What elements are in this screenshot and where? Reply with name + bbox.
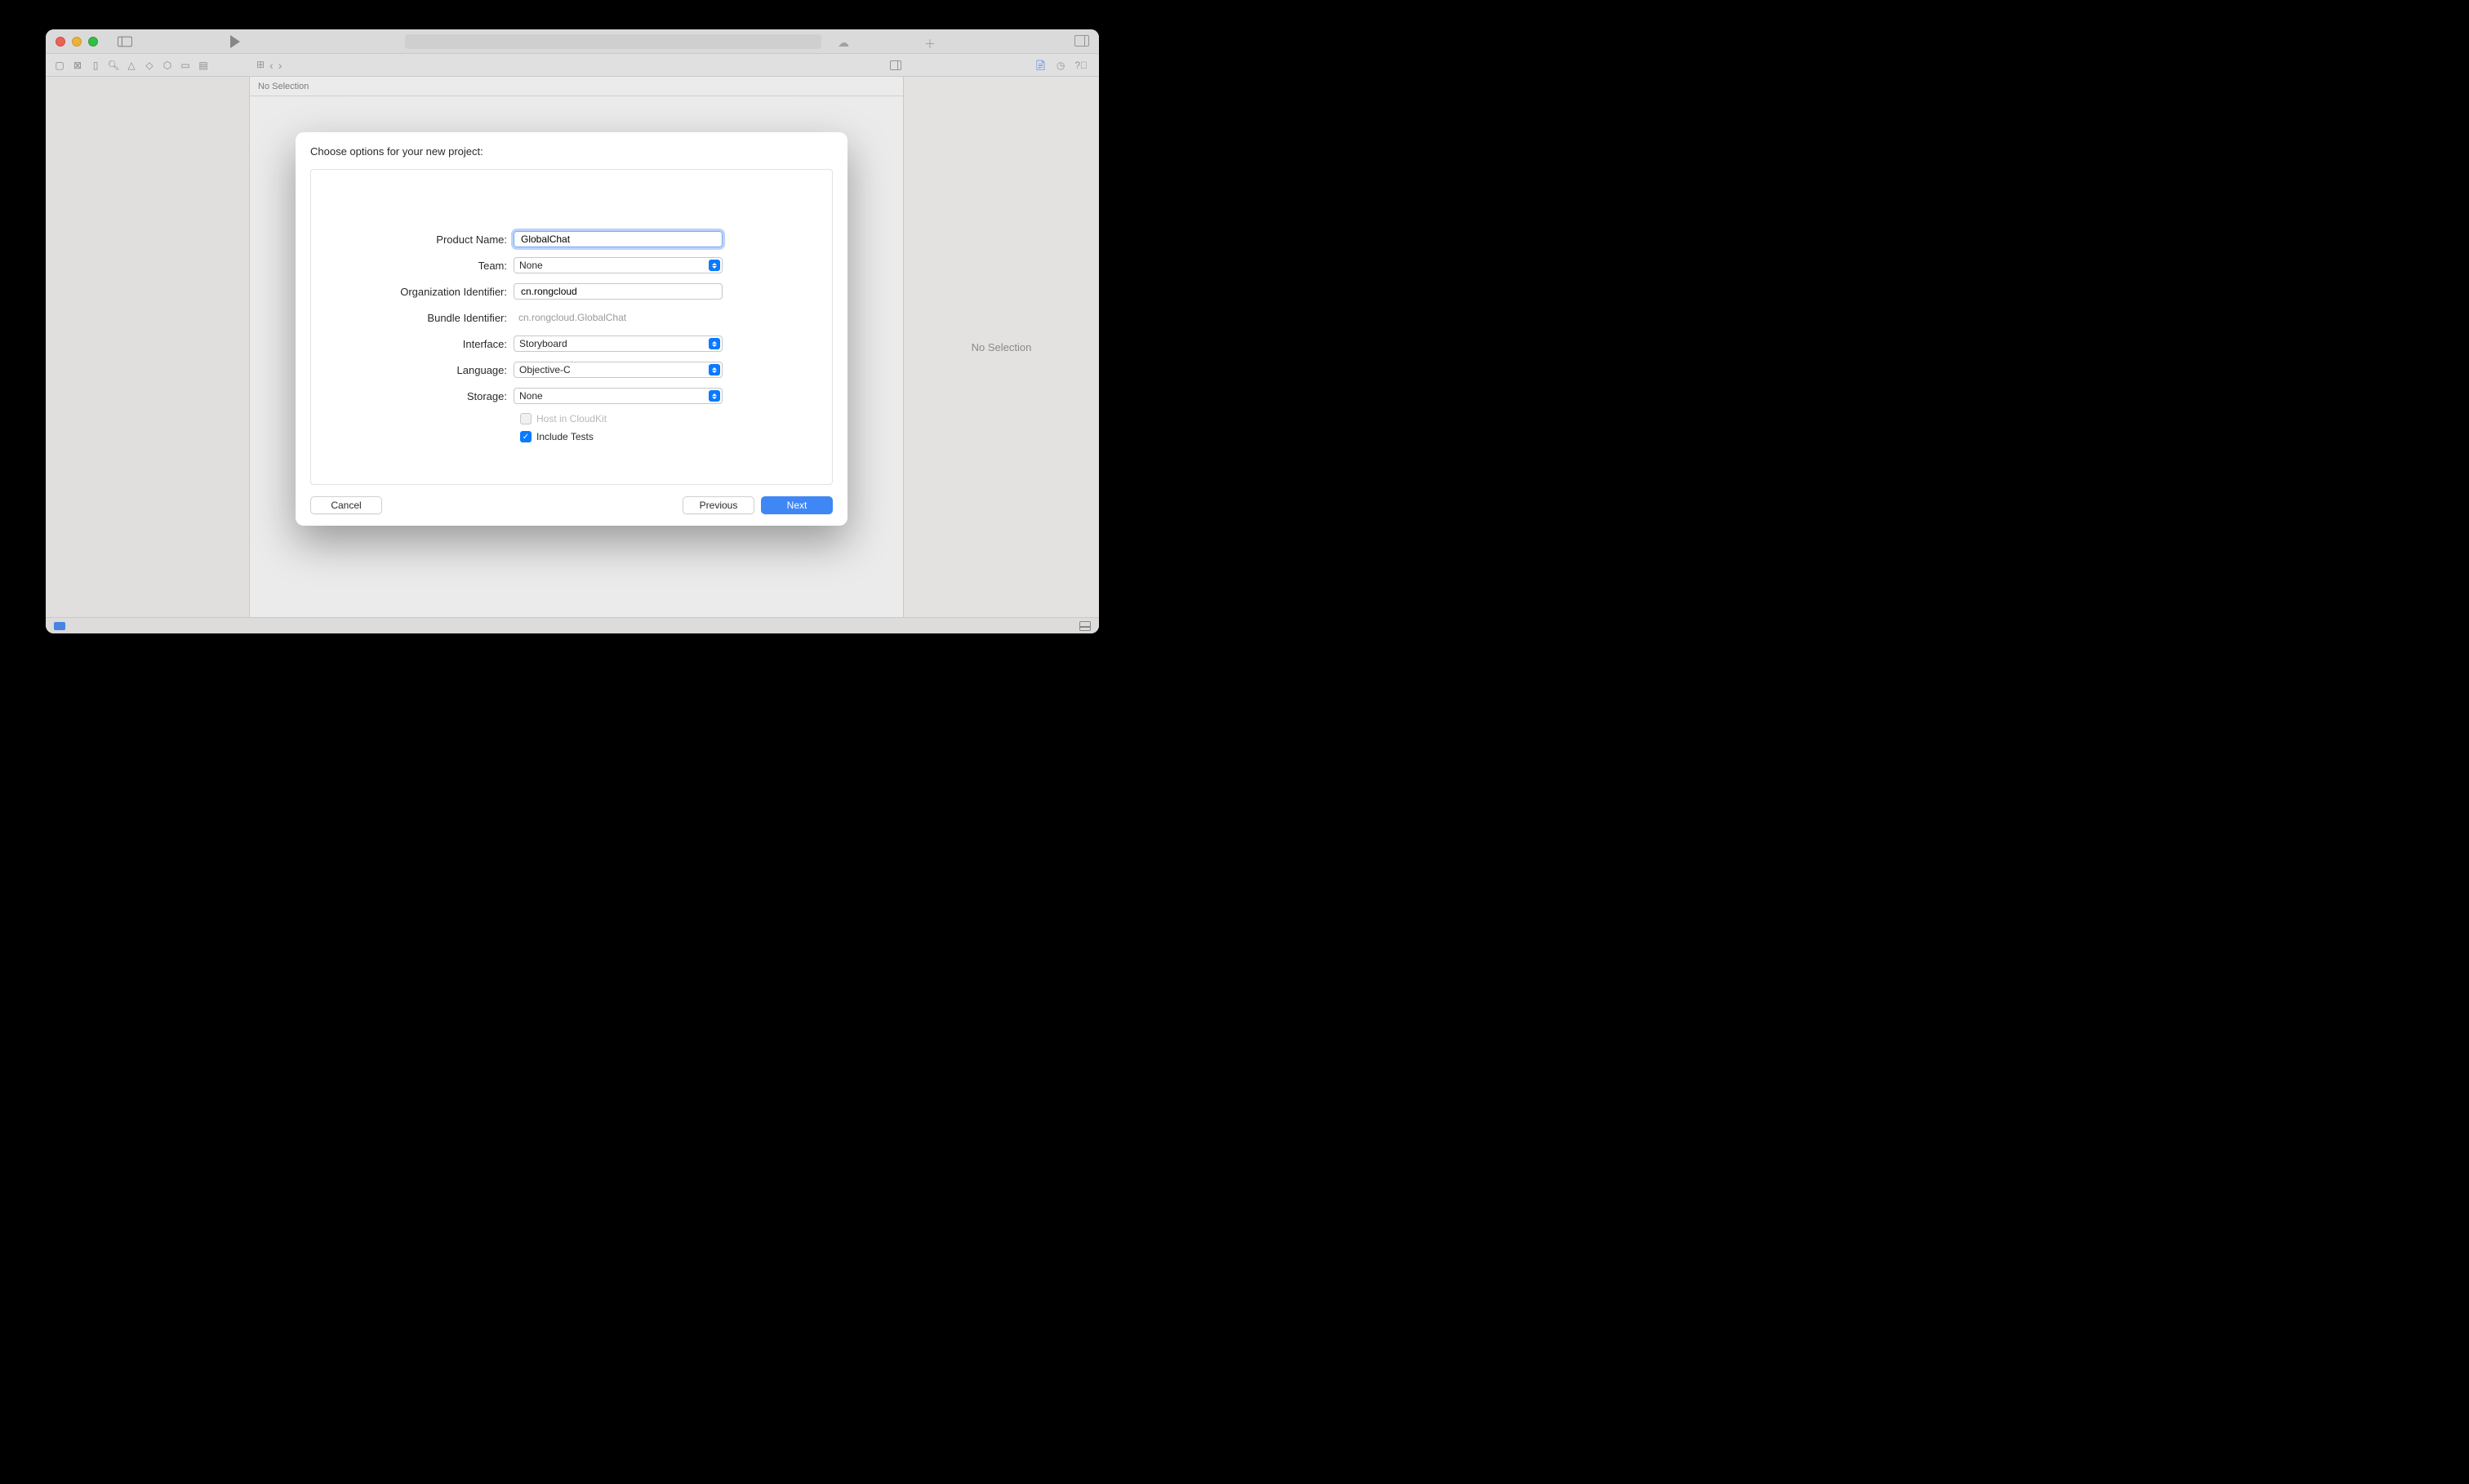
help-inspector-icon[interactable]: ?⃝	[1074, 60, 1088, 71]
cloudkit-row: Host in CloudKit	[311, 410, 832, 428]
activity-viewer[interactable]	[405, 34, 821, 49]
stepper-icon	[709, 364, 720, 375]
team-label: Team:	[311, 260, 514, 272]
status-bar	[46, 617, 1099, 633]
history-inspector-icon[interactable]: ◷	[1057, 60, 1065, 71]
stepper-icon	[709, 390, 720, 402]
editor-path-bar: ⊞ ‹ ›	[256, 59, 282, 72]
product-name-label: Product Name:	[311, 233, 514, 246]
run-button-icon[interactable]	[230, 35, 240, 48]
editor-no-selection-label: No Selection	[250, 77, 903, 96]
next-button[interactable]: Next	[761, 496, 833, 514]
language-popup[interactable]: Objective-C	[514, 362, 723, 378]
include-tests-label: Include Tests	[536, 431, 594, 442]
new-project-options-sheet: Choose options for your new project: Pro…	[296, 132, 847, 526]
cancel-button[interactable]: Cancel	[310, 496, 382, 514]
filter-icon[interactable]	[54, 622, 65, 630]
org-id-label: Organization Identifier:	[311, 286, 514, 298]
bundle-id-value: cn.rongcloud.GlobalChat	[514, 309, 723, 326]
folder-nav-icon[interactable]: ▢	[54, 60, 65, 71]
product-name-field[interactable]	[514, 231, 723, 247]
org-id-field[interactable]	[514, 283, 723, 300]
inspector-pane: No Selection	[903, 77, 1099, 617]
window-controls	[56, 37, 98, 47]
add-tab-icon[interactable]: ＋	[924, 36, 936, 52]
tests-nav-icon[interactable]: ◇	[144, 60, 155, 71]
interface-label: Interface:	[311, 338, 514, 350]
sheet-button-bar: Cancel Previous Next	[310, 496, 833, 514]
debug-nav-icon[interactable]: ⬡	[162, 60, 173, 71]
file-inspector-icon[interactable]: 📄︎	[1034, 60, 1047, 71]
language-value: Objective-C	[519, 364, 571, 375]
minimize-window-button[interactable]	[72, 37, 82, 47]
issues-nav-icon[interactable]: △	[126, 60, 137, 71]
sheet-title: Choose options for your new project:	[310, 145, 833, 158]
navigator-tabbar: ▢ ⊠ ▯ 🔍︎ △ ◇ ⬡ ▭ ▤ ⊞ ‹ › 📄︎ ◷ ?⃝	[46, 54, 1099, 77]
options-form: Product Name: Team: None Organization Id…	[310, 169, 833, 485]
reports-nav-icon[interactable]: ▤	[198, 60, 209, 71]
include-tests-checkbox[interactable]: ✓	[520, 431, 532, 442]
close-window-button[interactable]	[56, 37, 65, 47]
product-name-input[interactable]	[519, 233, 717, 246]
stepper-icon	[709, 338, 720, 349]
forward-icon[interactable]: ›	[278, 59, 282, 72]
team-value: None	[519, 260, 543, 271]
org-id-input[interactable]	[519, 285, 717, 298]
titlebar: ☁︎ ＋	[46, 29, 1099, 54]
editor-layout-icon[interactable]	[890, 60, 901, 70]
breakpoints-nav-icon[interactable]: ▭	[180, 60, 191, 71]
right-panel-toggle-icon[interactable]	[1074, 35, 1089, 47]
cloudkit-label: Host in CloudKit	[536, 413, 607, 424]
bundle-id-label: Bundle Identifier:	[311, 312, 514, 324]
sidebar-toggle-icon[interactable]	[118, 36, 132, 47]
language-label: Language:	[311, 364, 514, 376]
search-nav-icon[interactable]: 🔍︎	[108, 60, 119, 71]
storage-popup[interactable]: None	[514, 388, 723, 404]
bookmark-nav-icon[interactable]: ▯	[90, 60, 101, 71]
related-items-icon[interactable]: ⊞	[256, 59, 265, 72]
stepper-icon	[709, 260, 720, 271]
inspector-tabbar: 📄︎ ◷ ?⃝	[1034, 60, 1088, 71]
back-icon[interactable]: ‹	[269, 59, 274, 72]
include-tests-row[interactable]: ✓ Include Tests	[311, 428, 832, 446]
inspector-empty-label: No Selection	[972, 341, 1032, 353]
cloud-icon: ☁︎	[838, 36, 849, 50]
storage-value: None	[519, 390, 543, 402]
source-control-nav-icon[interactable]: ⊠	[72, 60, 83, 71]
storage-label: Storage:	[311, 390, 514, 402]
team-popup[interactable]: None	[514, 257, 723, 273]
debug-area-toggle-icon[interactable]	[1079, 621, 1091, 631]
cloudkit-checkbox	[520, 413, 532, 424]
interface-value: Storyboard	[519, 338, 567, 349]
previous-button[interactable]: Previous	[683, 496, 754, 514]
navigator-pane	[46, 77, 250, 617]
interface-popup[interactable]: Storyboard	[514, 335, 723, 352]
zoom-window-button[interactable]	[88, 37, 98, 47]
